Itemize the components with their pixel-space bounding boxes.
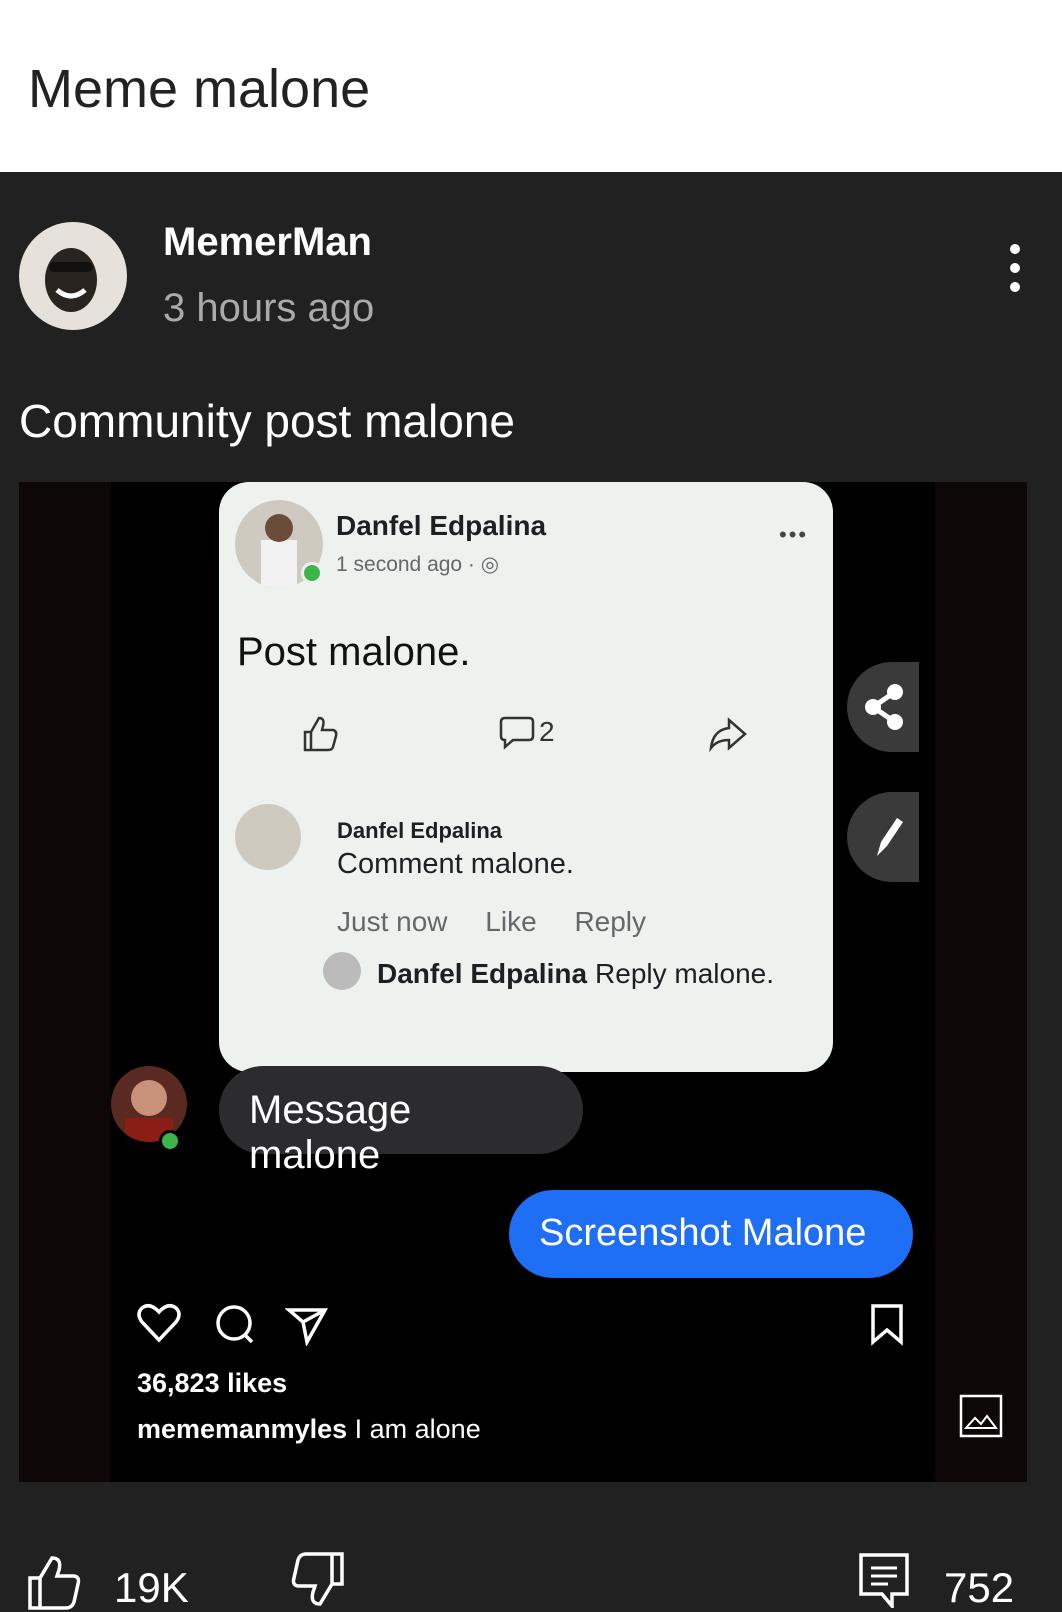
author-avatar[interactable] [19, 222, 127, 330]
fb-post-time: 1 second ago · ◎ [336, 553, 500, 576]
edit-pencil-icon [847, 792, 919, 882]
heart-icon [137, 1304, 181, 1343]
page-title: Meme malone [28, 59, 371, 119]
fb-reply-avatar [323, 952, 361, 990]
fb-comment-reply: Reply [574, 906, 647, 937]
ig-caption-text: I am alone [354, 1414, 481, 1444]
online-status-dot [301, 562, 323, 584]
ig-caption: mememanmyles I am alone [137, 1414, 481, 1445]
post-image[interactable]: Danfel Edpalina 1 second ago · ◎ ••• Pos… [19, 482, 1027, 1482]
share-icon [847, 662, 919, 752]
fb-comment-meta: Just now Like Reply [337, 906, 676, 938]
message-bubble: Message malone [219, 1066, 583, 1177]
fb-post-text: Post malone. [237, 630, 471, 674]
screenshot-bubble: Screenshot Malone [509, 1190, 913, 1278]
facebook-post-card: Danfel Edpalina 1 second ago · ◎ ••• Pos… [219, 482, 833, 1072]
bookmark-icon [871, 1304, 903, 1346]
more-options-icon[interactable] [1000, 244, 1030, 298]
speech-bubble-icon [216, 1305, 254, 1344]
ig-username: mememanmyles [137, 1414, 348, 1444]
comments-icon[interactable] [858, 1552, 910, 1608]
author-name[interactable]: MemerMan [163, 220, 372, 265]
image-gallery-icon[interactable] [959, 1394, 1003, 1438]
fb-comment-time: Just now [337, 906, 448, 937]
fb-comment-text: Comment malone. [337, 848, 574, 880]
like-count: 19K [114, 1564, 189, 1611]
messenger-online-dot [159, 1130, 181, 1152]
send-icon [285, 1308, 328, 1346]
post-text: Community post malone [19, 395, 515, 447]
fb-reply: Danfel Edpalina Reply malone. [377, 958, 774, 990]
fb-comment-count: 2 [539, 716, 555, 747]
comment-count: 752 [944, 1564, 1015, 1611]
thumbs-down-icon[interactable] [290, 1552, 346, 1608]
fb-reply-author: Danfel Edpalina [377, 958, 588, 989]
fb-comment-author: Danfel Edpalina [337, 818, 503, 843]
fb-share-icon [709, 717, 747, 753]
fb-author-name: Danfel Edpalina [336, 510, 547, 541]
fb-action-bar: 2 [219, 712, 833, 762]
fb-commenter-avatar [235, 804, 301, 870]
fb-reply-text: Reply malone. [595, 958, 775, 989]
thumbs-up-icon[interactable] [26, 1554, 82, 1610]
fb-comment-icon [499, 716, 535, 750]
image-border-left [19, 482, 111, 1482]
fb-like-icon [303, 716, 338, 752]
fb-more-icon: ••• [779, 522, 809, 547]
community-post: MemerMan 3 hours ago Community post malo… [0, 172, 1062, 1611]
header-bar: Meme malone [0, 0, 1062, 172]
fb-comment-like: Like [485, 906, 537, 937]
ig-likes-count: 36,823 likes [137, 1368, 288, 1398]
image-border-right [935, 482, 1027, 1482]
post-time: 3 hours ago [163, 286, 375, 330]
